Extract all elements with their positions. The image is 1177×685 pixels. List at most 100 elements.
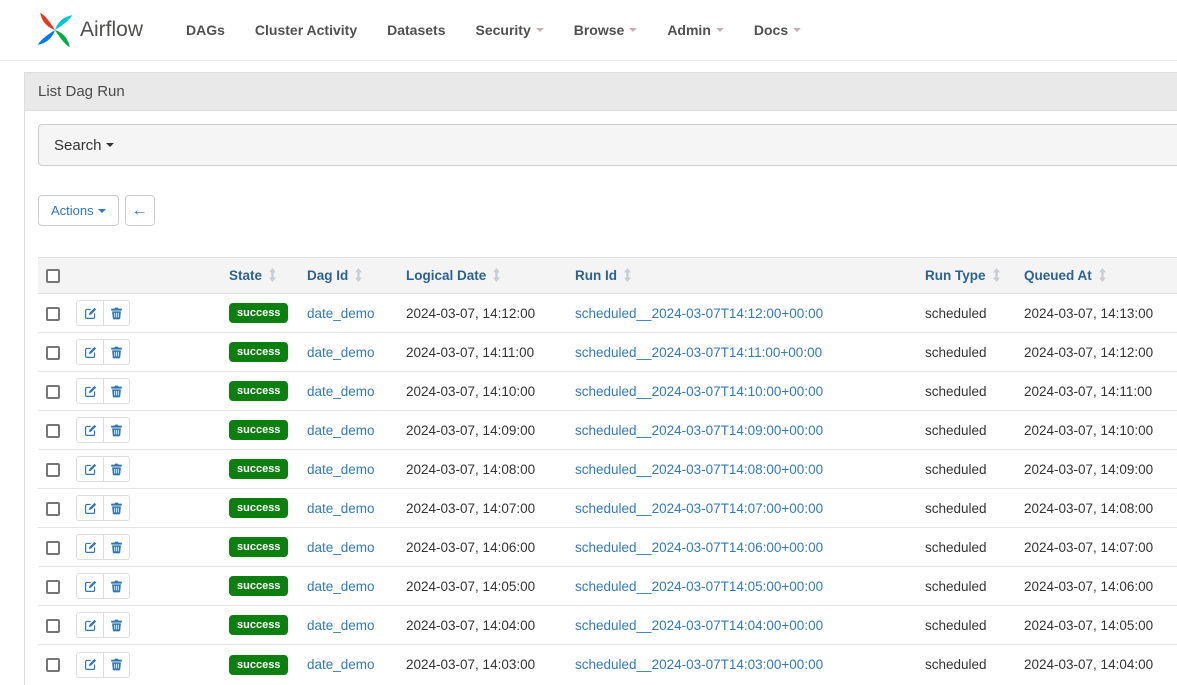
column-header-run-id[interactable]: Run Id [567,258,917,294]
run-id-link[interactable]: scheduled__2024-03-07T14:09:00+00:00 [575,423,823,438]
edit-record-button[interactable] [77,418,103,442]
row-checkbox[interactable] [46,658,60,672]
row-checkbox[interactable] [46,463,60,477]
trash-icon [110,307,123,320]
run-id-link[interactable]: scheduled__2024-03-07T14:04:00+00:00 [575,618,823,633]
nav-item-datasets[interactable]: Datasets [372,12,460,48]
edit-record-button[interactable] [77,301,103,325]
edit-record-button[interactable] [77,574,103,598]
row-actions [76,339,130,365]
row-checkbox[interactable] [46,619,60,633]
search-toggle[interactable]: Search [38,124,1177,166]
run-id-link[interactable]: scheduled__2024-03-07T14:10:00+00:00 [575,384,823,399]
run-type-value: scheduled [925,579,987,594]
nav-item-docs[interactable]: Docs [739,12,816,48]
run-id-link[interactable]: scheduled__2024-03-07T14:07:00+00:00 [575,501,823,516]
run-id-link[interactable]: scheduled__2024-03-07T14:05:00+00:00 [575,579,823,594]
actions-button[interactable]: Actions [38,195,119,226]
row-actions [76,300,130,326]
edit-record-button[interactable] [77,653,103,677]
dag-id-link[interactable]: date_demo [307,501,375,516]
row-checkbox[interactable] [46,385,60,399]
row-checkbox[interactable] [46,346,60,360]
delete-record-button[interactable] [103,340,129,364]
trash-icon [110,658,123,671]
status-badge: success [229,576,288,596]
run-id-link[interactable]: scheduled__2024-03-07T14:08:00+00:00 [575,462,823,477]
delete-record-button[interactable] [103,535,129,559]
search-label: Search [54,137,102,154]
delete-record-button[interactable] [103,574,129,598]
dagrun-table-body: success date_demo 2024-03-07, 14:12:00 s… [38,294,1177,684]
trash-icon [110,619,123,632]
delete-record-button[interactable] [103,613,129,637]
run-type-value: scheduled [925,345,987,360]
edit-record-button[interactable] [77,457,103,481]
row-checkbox[interactable] [46,307,60,321]
run-id-link[interactable]: scheduled__2024-03-07T14:11:00+00:00 [575,345,822,360]
back-button[interactable]: ← [125,195,155,226]
dag-id-link[interactable]: date_demo [307,657,375,672]
delete-record-button[interactable] [103,653,129,677]
trash-icon [110,541,123,554]
run-type-value: scheduled [925,462,987,477]
dag-id-link[interactable]: date_demo [307,306,375,321]
delete-record-button[interactable] [103,379,129,403]
row-checkbox[interactable] [46,580,60,594]
delete-record-button[interactable] [103,418,129,442]
delete-record-button[interactable] [103,496,129,520]
run-type-value: scheduled [925,657,987,672]
dag-id-link[interactable]: date_demo [307,384,375,399]
run-id-link[interactable]: scheduled__2024-03-07T14:06:00+00:00 [575,540,823,555]
delete-record-button[interactable] [103,457,129,481]
edit-record-button[interactable] [77,496,103,520]
queued-at-value: 2024-03-07, 14:11:00 [1024,384,1152,399]
back-arrow-icon: ← [132,202,148,220]
column-header-dag-id[interactable]: Dag Id [299,258,398,294]
dag-id-link[interactable]: date_demo [307,423,375,438]
actions-toolbar: Actions ← [38,195,1177,226]
dag-id-link[interactable]: date_demo [307,618,375,633]
nav-item-admin[interactable]: Admin [652,12,739,48]
trash-icon [110,385,123,398]
list-dag-run-panel: List Dag Run Search Actions ← [24,72,1177,685]
run-id-link[interactable]: scheduled__2024-03-07T14:12:00+00:00 [575,306,823,321]
row-checkbox[interactable] [46,424,60,438]
row-checkbox[interactable] [46,541,60,555]
column-header-logical-date[interactable]: Logical Date [398,258,567,294]
dag-id-link[interactable]: date_demo [307,540,375,555]
dag-run-table: State Dag Id Logical Date Run Id Run Typ… [38,257,1177,684]
run-type-value: scheduled [925,540,987,555]
column-header-state[interactable]: State [221,258,299,294]
airflow-pinwheel-icon [34,9,76,51]
edit-record-button[interactable] [77,340,103,364]
airflow-brand[interactable]: Airflow [34,9,143,51]
dag-id-link[interactable]: date_demo [307,462,375,477]
edit-record-button[interactable] [77,379,103,403]
edit-record-button[interactable] [77,613,103,637]
nav-item-cluster-activity[interactable]: Cluster Activity [240,12,372,48]
run-id-link[interactable]: scheduled__2024-03-07T14:03:00+00:00 [575,657,823,672]
status-badge: success [229,498,288,518]
status-badge: success [229,303,288,323]
nav-item-browse[interactable]: Browse [559,12,653,48]
row-actions [76,612,130,638]
column-header-queued-at[interactable]: Queued At [1016,258,1177,294]
edit-icon [84,619,97,632]
edit-record-button[interactable] [77,535,103,559]
table-header: State Dag Id Logical Date Run Id Run Typ… [38,258,1177,294]
logical-date-value: 2024-03-07, 14:07:00 [406,501,535,516]
nav-item-security[interactable]: Security [460,12,558,48]
run-type-value: scheduled [925,306,987,321]
status-badge: success [229,420,288,440]
delete-record-button[interactable] [103,301,129,325]
dag-id-link[interactable]: date_demo [307,579,375,594]
select-all-checkbox[interactable] [46,269,60,283]
row-checkbox[interactable] [46,502,60,516]
queued-at-value: 2024-03-07, 14:10:00 [1024,423,1153,438]
queued-at-value: 2024-03-07, 14:09:00 [1024,462,1153,477]
queued-at-value: 2024-03-07, 14:06:00 [1024,579,1153,594]
dag-id-link[interactable]: date_demo [307,345,375,360]
nav-item-dags[interactable]: DAGs [171,12,240,48]
column-header-run-type[interactable]: Run Type [917,258,1016,294]
